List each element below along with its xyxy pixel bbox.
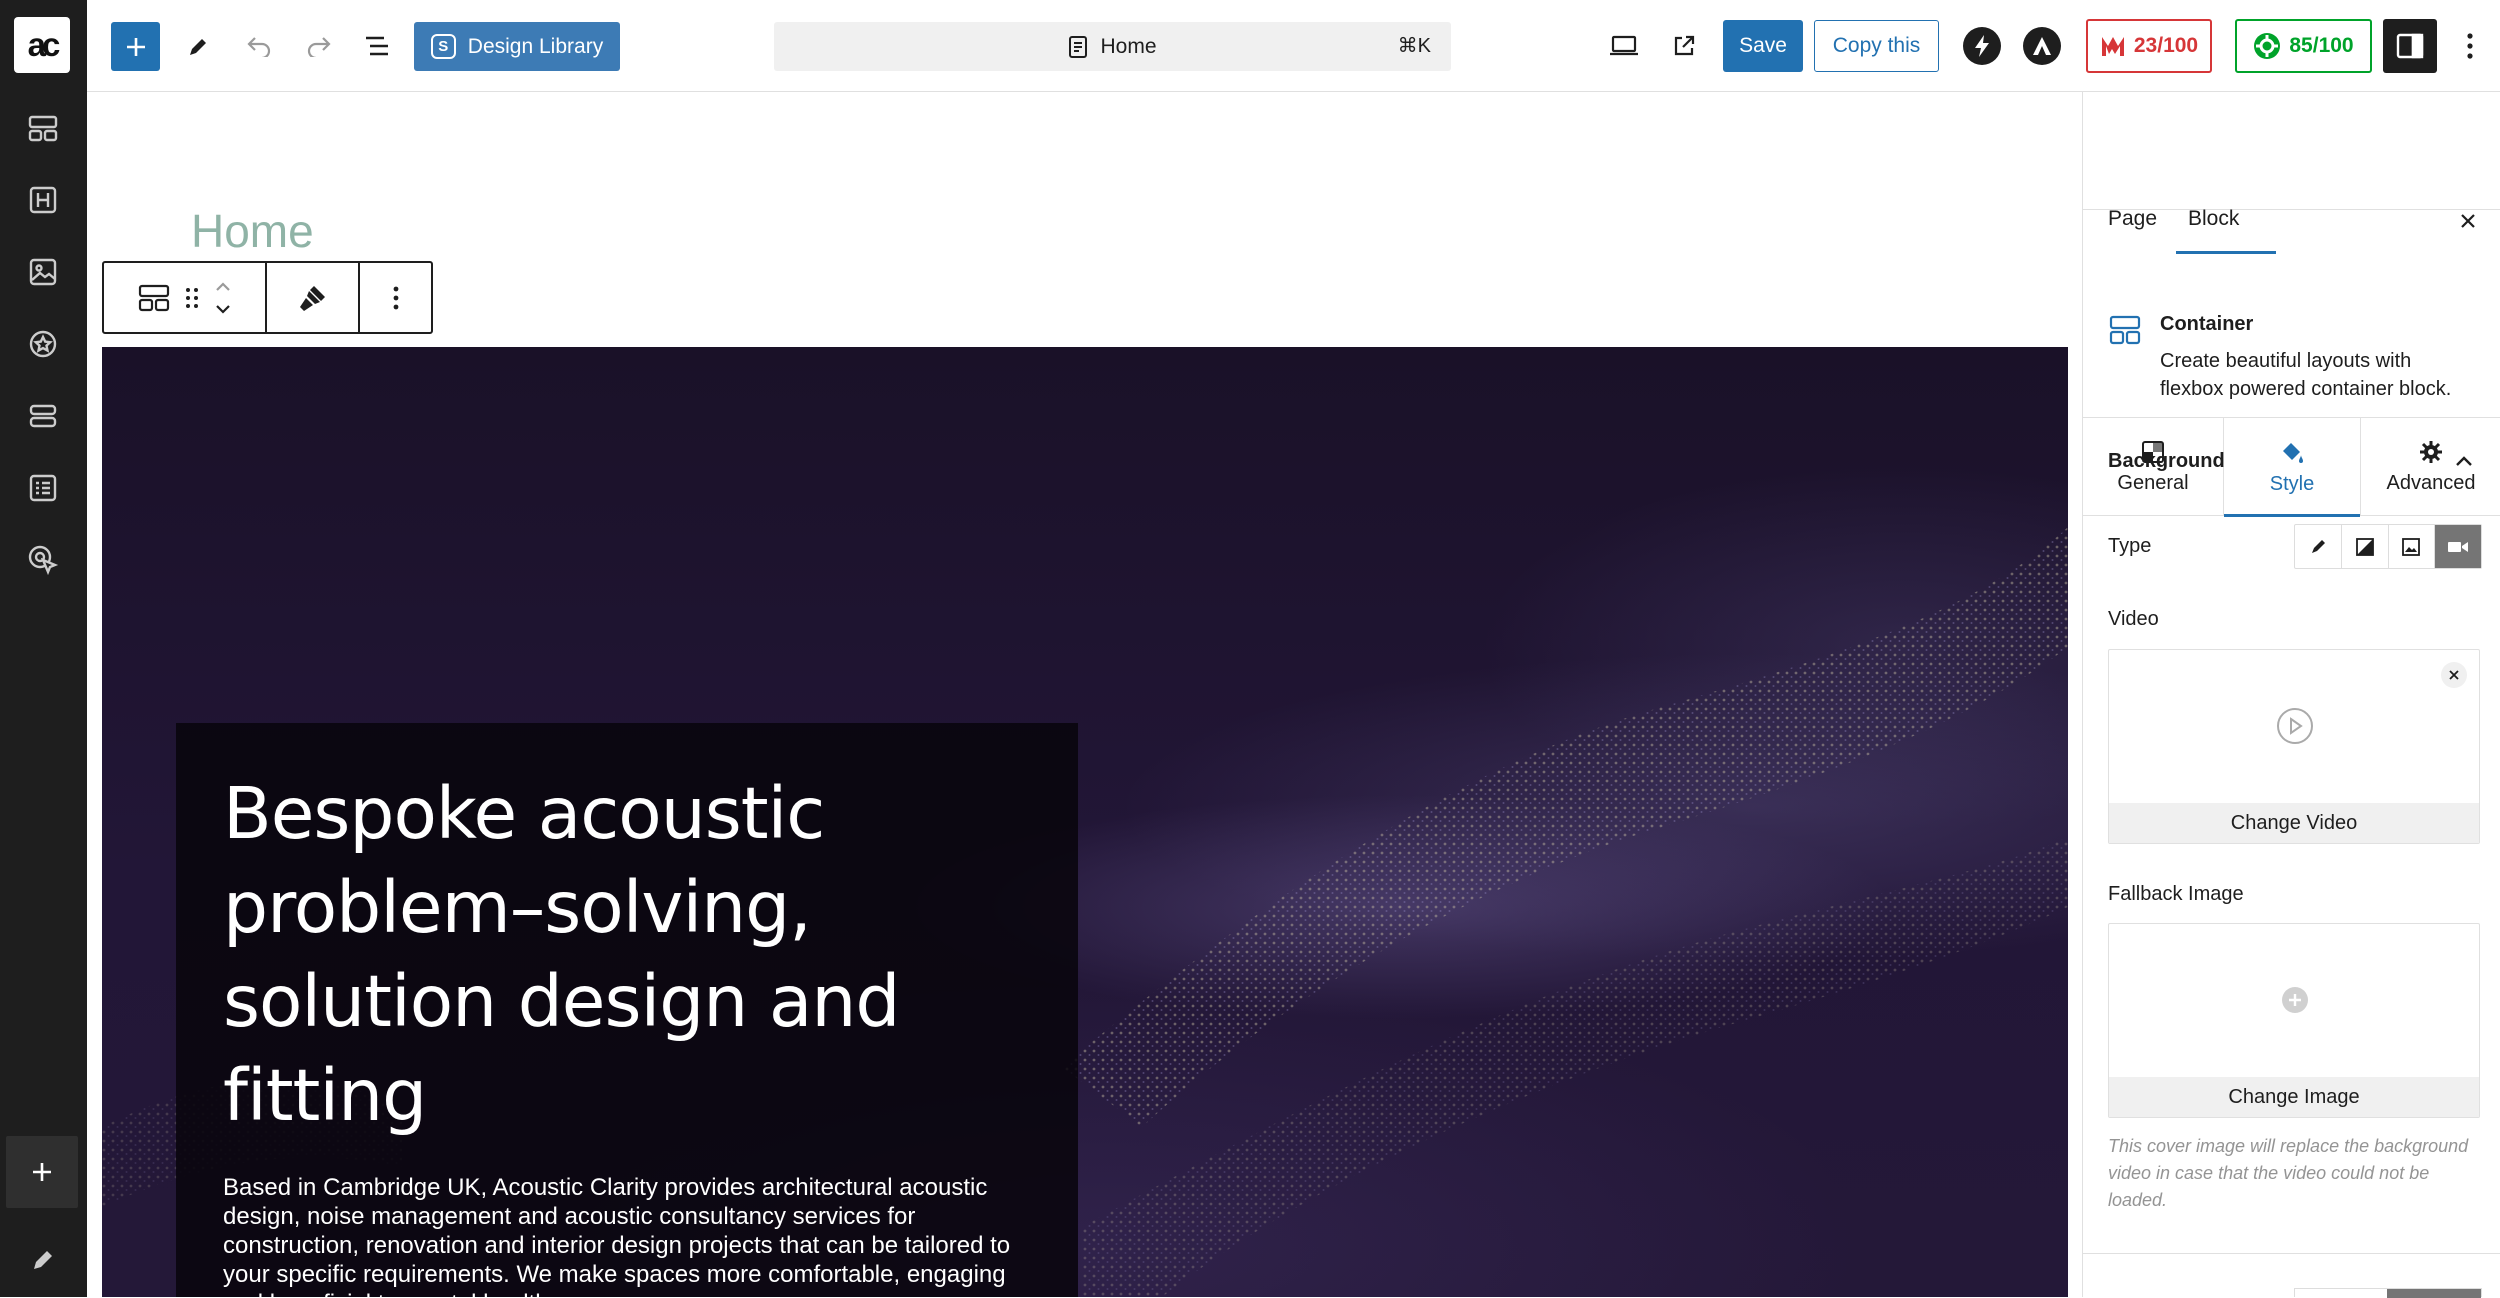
copy-this-button[interactable]: Copy this [1814, 20, 1939, 72]
tab-advanced-label: Advanced [2386, 471, 2476, 494]
paint-brush-icon [299, 285, 325, 311]
image-icon [2402, 537, 2421, 556]
seo-score: 85/100 [2289, 34, 2354, 57]
type-gradient-button[interactable] [2342, 525, 2389, 568]
page-icon [1069, 35, 1088, 58]
icon-block-icon[interactable] [22, 323, 64, 365]
undo-icon[interactable] [239, 26, 279, 66]
editor-canvas: Home Bespoke acoustic problem–solving, s… [87, 92, 2081, 1297]
settings-sidebar: Page Block Container Create beautiful la… [2082, 92, 2500, 1298]
seo-score-badge[interactable]: 85/100 [2235, 19, 2372, 73]
container-block-icon [2109, 315, 2141, 345]
block-options-button[interactable] [360, 263, 431, 332]
form-block-icon[interactable] [22, 467, 64, 509]
site-logo[interactable]: ac [14, 17, 70, 73]
command-title: Home [1100, 34, 1157, 58]
sidebar-tabs: Page Block [2083, 92, 2500, 254]
chevron-up-icon[interactable] [2451, 448, 2477, 474]
buttons-block-icon[interactable] [22, 395, 64, 437]
paint-bucket-icon [2283, 442, 2303, 463]
gradient-icon [2355, 537, 2374, 556]
video-picker[interactable]: Change Video [2108, 649, 2480, 844]
document-overview-icon[interactable] [357, 26, 397, 66]
tab-general-label: General [2117, 471, 2189, 494]
interactions-icon[interactable] [22, 539, 64, 581]
design-library-icon: S [430, 34, 456, 59]
page-title[interactable]: Home [191, 204, 314, 258]
preview-device-icon[interactable] [1604, 26, 1644, 66]
type-label: Type [2108, 535, 2152, 557]
fallback-image-label: Fallback Image [2108, 883, 2244, 905]
video-label: Video [2108, 608, 2159, 630]
block-name: Container [2160, 313, 2254, 335]
move-up-down-icon[interactable] [213, 278, 233, 318]
block-inserter-button[interactable] [111, 22, 160, 71]
brush-icon [2311, 539, 2325, 553]
save-button[interactable]: Save [1723, 20, 1803, 72]
design-library-label: Design Library [467, 34, 604, 58]
remove-video-icon[interactable] [2441, 662, 2467, 688]
tab-advanced[interactable]: Advanced [2361, 418, 2500, 516]
readability-score-badge[interactable]: 23/100 [2086, 19, 2212, 73]
drag-handle-icon[interactable] [185, 286, 199, 310]
block-description: Create beautiful layouts with flexbox po… [2160, 350, 2452, 400]
next-control-stub [2294, 1288, 2482, 1298]
astra-plugin-icon[interactable] [2023, 27, 2061, 65]
tab-style[interactable]: Style [2223, 418, 2361, 517]
hero-description[interactable]: Based in Cambridge UK, Acoustic Clarity … [223, 1173, 1043, 1297]
tools-pencil-icon[interactable] [179, 26, 219, 66]
type-video-button[interactable] [2435, 525, 2481, 568]
hero-container-block[interactable]: Bespoke acoustic problem–solving, soluti… [102, 347, 2068, 1297]
design-library-button[interactable]: S Design Library [414, 22, 620, 71]
section-divider [2083, 1253, 2500, 1254]
options-kebab-icon[interactable] [2455, 26, 2485, 66]
block-options-kebab-icon [393, 286, 398, 309]
type-color-button[interactable] [2295, 525, 2342, 568]
tab-style-underline [2224, 514, 2360, 517]
fallback-image-picker[interactable]: Change Image [2108, 923, 2480, 1118]
bolt-plugin-icon[interactable] [1963, 27, 2001, 65]
editor-toolbar: S Design Library Home ⌘K Save Copy this … [87, 0, 2500, 92]
view-page-external-icon[interactable] [1664, 26, 1704, 66]
command-palette-button[interactable]: Home ⌘K [774, 22, 1451, 71]
type-image-button[interactable] [2389, 525, 2436, 568]
edit-pencil-icon[interactable] [22, 1239, 64, 1281]
settings-sidebar-toggle[interactable] [2383, 19, 2437, 73]
heading-block-icon[interactable] [22, 179, 64, 221]
fallback-help-text: This cover image will replace the backgr… [2108, 1136, 2469, 1210]
hero-heading[interactable]: Bespoke acoustic problem–solving, soluti… [223, 767, 943, 1143]
video-camera-icon [2448, 541, 2469, 552]
gear-icon [2420, 440, 2442, 463]
command-shortcut: ⌘K [1397, 35, 1431, 57]
add-image-icon [2282, 987, 2308, 1013]
block-card: Container Create beautiful layouts with … [2083, 211, 2500, 418]
readability-icon [2101, 37, 2124, 56]
logo-text: ac [27, 26, 61, 63]
redo-icon[interactable] [299, 26, 339, 66]
section-background-title[interactable]: Background [2108, 450, 2225, 473]
play-circle-icon [2277, 708, 2313, 744]
tab-style-label: Style [2269, 472, 2315, 495]
container-block-icon[interactable] [22, 107, 64, 149]
image-block-icon[interactable] [22, 251, 64, 293]
seo-gear-icon [2254, 33, 2281, 59]
readability-score: 23/100 [2133, 34, 2199, 57]
background-type-selector [2294, 524, 2482, 569]
block-toolbar-move-group [104, 263, 267, 332]
container-block-icon[interactable] [137, 283, 171, 313]
change-image-button[interactable]: Change Image [2109, 1077, 2479, 1117]
change-video-button[interactable]: Change Video [2109, 803, 2479, 843]
block-styles-button[interactable] [267, 263, 360, 332]
add-block-button[interactable] [6, 1136, 78, 1208]
left-rail: ac [0, 0, 87, 1297]
block-toolbar [102, 261, 433, 334]
